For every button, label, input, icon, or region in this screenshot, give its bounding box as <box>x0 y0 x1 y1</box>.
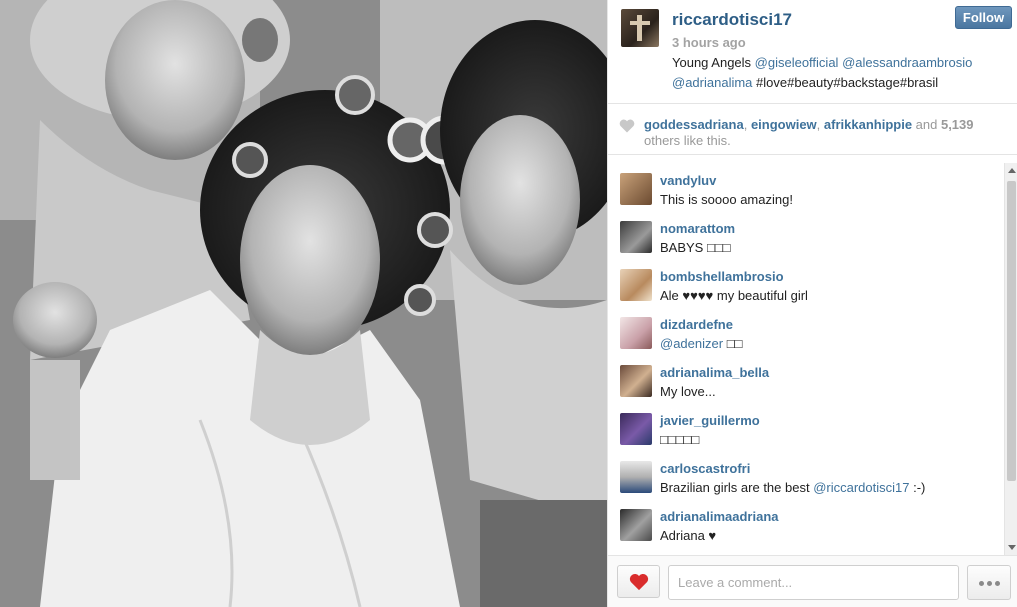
post-timestamp[interactable]: 3 hours ago <box>672 35 746 50</box>
photo-illustration <box>0 0 607 607</box>
comment-username[interactable]: bombshellambrosio <box>660 269 784 284</box>
comment-username[interactable]: javier_guillermo <box>660 413 760 428</box>
comment-text: My love... <box>660 384 716 399</box>
comment-username[interactable]: adrianalimaadriana <box>660 509 779 524</box>
caption-mention[interactable]: @giseleofficial <box>755 55 839 70</box>
comment-item: adrianalima_bella My love... <box>608 355 1006 403</box>
comment-avatar[interactable] <box>620 509 652 541</box>
comment-text: Adriana ♥ <box>660 528 717 543</box>
ellipsis-icon <box>995 581 1000 586</box>
follow-button[interactable]: Follow <box>955 6 1012 29</box>
comment-text: BABYS □□□ <box>660 240 731 255</box>
caption-text: Young Angels <box>672 55 755 70</box>
likes-line: goddessadriana, eingowiew, afrikkanhippi… <box>644 117 974 132</box>
comment-mention[interactable]: @adenizer <box>660 336 723 351</box>
comment-text-part: Brazilian girls are the best <box>660 480 814 495</box>
post-caption: Young Angels @giseleofficial @alessandra… <box>672 53 1002 93</box>
comment-item: vandyluv This is soooo amazing! <box>608 163 1006 211</box>
comment-input[interactable] <box>668 565 959 600</box>
owner-username[interactable]: riccardotisci17 <box>672 10 792 30</box>
caption-mention[interactable]: @adrianalima <box>672 75 752 90</box>
comment-text-part: □□ <box>723 336 743 351</box>
like-button[interactable] <box>617 565 660 598</box>
comment-username[interactable]: dizdardefne <box>660 317 733 332</box>
likes-and: and <box>912 117 941 132</box>
liker-username[interactable]: afrikkanhippie <box>824 117 912 132</box>
comment-mention[interactable]: @riccardotisci17 <box>813 480 909 495</box>
comment-avatar[interactable] <box>620 269 652 301</box>
comment-text: Ale ♥♥♥♥ my beautiful girl <box>660 288 808 303</box>
separator: , <box>816 117 824 132</box>
caption-mention[interactable]: @alessandraambrosio <box>842 55 972 70</box>
ellipsis-icon <box>987 581 992 586</box>
comment-avatar[interactable] <box>620 173 652 205</box>
comment-item: carloscastrofri Brazilian girls are the … <box>608 451 1006 499</box>
post-photo[interactable] <box>0 0 607 607</box>
comment-avatar[interactable] <box>620 413 652 445</box>
scroll-down-arrow-icon[interactable] <box>1008 545 1016 550</box>
comment-text: □□□□□ <box>660 432 700 447</box>
heart-icon <box>619 119 635 133</box>
scrollbar-thumb[interactable] <box>1007 181 1016 481</box>
owner-avatar[interactable] <box>621 9 659 47</box>
post-sidebar: riccardotisci17 Follow 3 hours ago Young… <box>607 0 1017 607</box>
comment-username[interactable]: adrianalima_bella <box>660 365 769 380</box>
post-header: riccardotisci17 Follow 3 hours ago Young… <box>608 0 1017 104</box>
likes-summary: goddessadriana, eingowiew, afrikkanhippi… <box>608 105 1017 155</box>
comment-footer <box>608 555 1017 607</box>
comment-username[interactable]: nomarattom <box>660 221 735 236</box>
comment-avatar[interactable] <box>620 317 652 349</box>
comment-username[interactable]: carloscastrofri <box>660 461 750 476</box>
caption-hashtags: #love#beauty#backstage#brasil <box>752 75 939 90</box>
liker-username[interactable]: goddessadriana <box>644 117 744 132</box>
comment-item: nomarattom BABYS □□□ <box>608 211 1006 259</box>
comment-item: adrianalimaadriana Adriana ♥ <box>608 499 1006 547</box>
comment-text-part: :-) <box>909 480 926 495</box>
comment-avatar[interactable] <box>620 365 652 397</box>
comment-text: Brazilian girls are the best @riccardoti… <box>660 480 925 495</box>
more-options-button[interactable] <box>967 565 1011 600</box>
comment-item: javier_guillermo □□□□□ <box>608 403 1006 451</box>
heart-icon <box>629 573 649 591</box>
comments-list[interactable]: vandyluv This is soooo amazing! nomaratt… <box>608 163 1006 555</box>
comment-username[interactable]: vandyluv <box>660 173 716 188</box>
likes-others: others like this. <box>644 133 731 148</box>
comment-text: This is soooo amazing! <box>660 192 793 207</box>
comment-item: bombshellambrosio Ale ♥♥♥♥ my beautiful … <box>608 259 1006 307</box>
scroll-up-arrow-icon[interactable] <box>1008 168 1016 173</box>
ellipsis-icon <box>979 581 984 586</box>
comment-avatar[interactable] <box>620 221 652 253</box>
liker-username[interactable]: eingowiew <box>751 117 817 132</box>
separator: , <box>743 117 751 132</box>
comments-scrollbar[interactable] <box>1004 163 1017 555</box>
comment-text: @adenizer □□ <box>660 336 742 351</box>
likes-count[interactable]: 5,139 <box>941 117 974 132</box>
comment-item: dizdardefne @adenizer □□ <box>608 307 1006 355</box>
comment-avatar[interactable] <box>620 461 652 493</box>
